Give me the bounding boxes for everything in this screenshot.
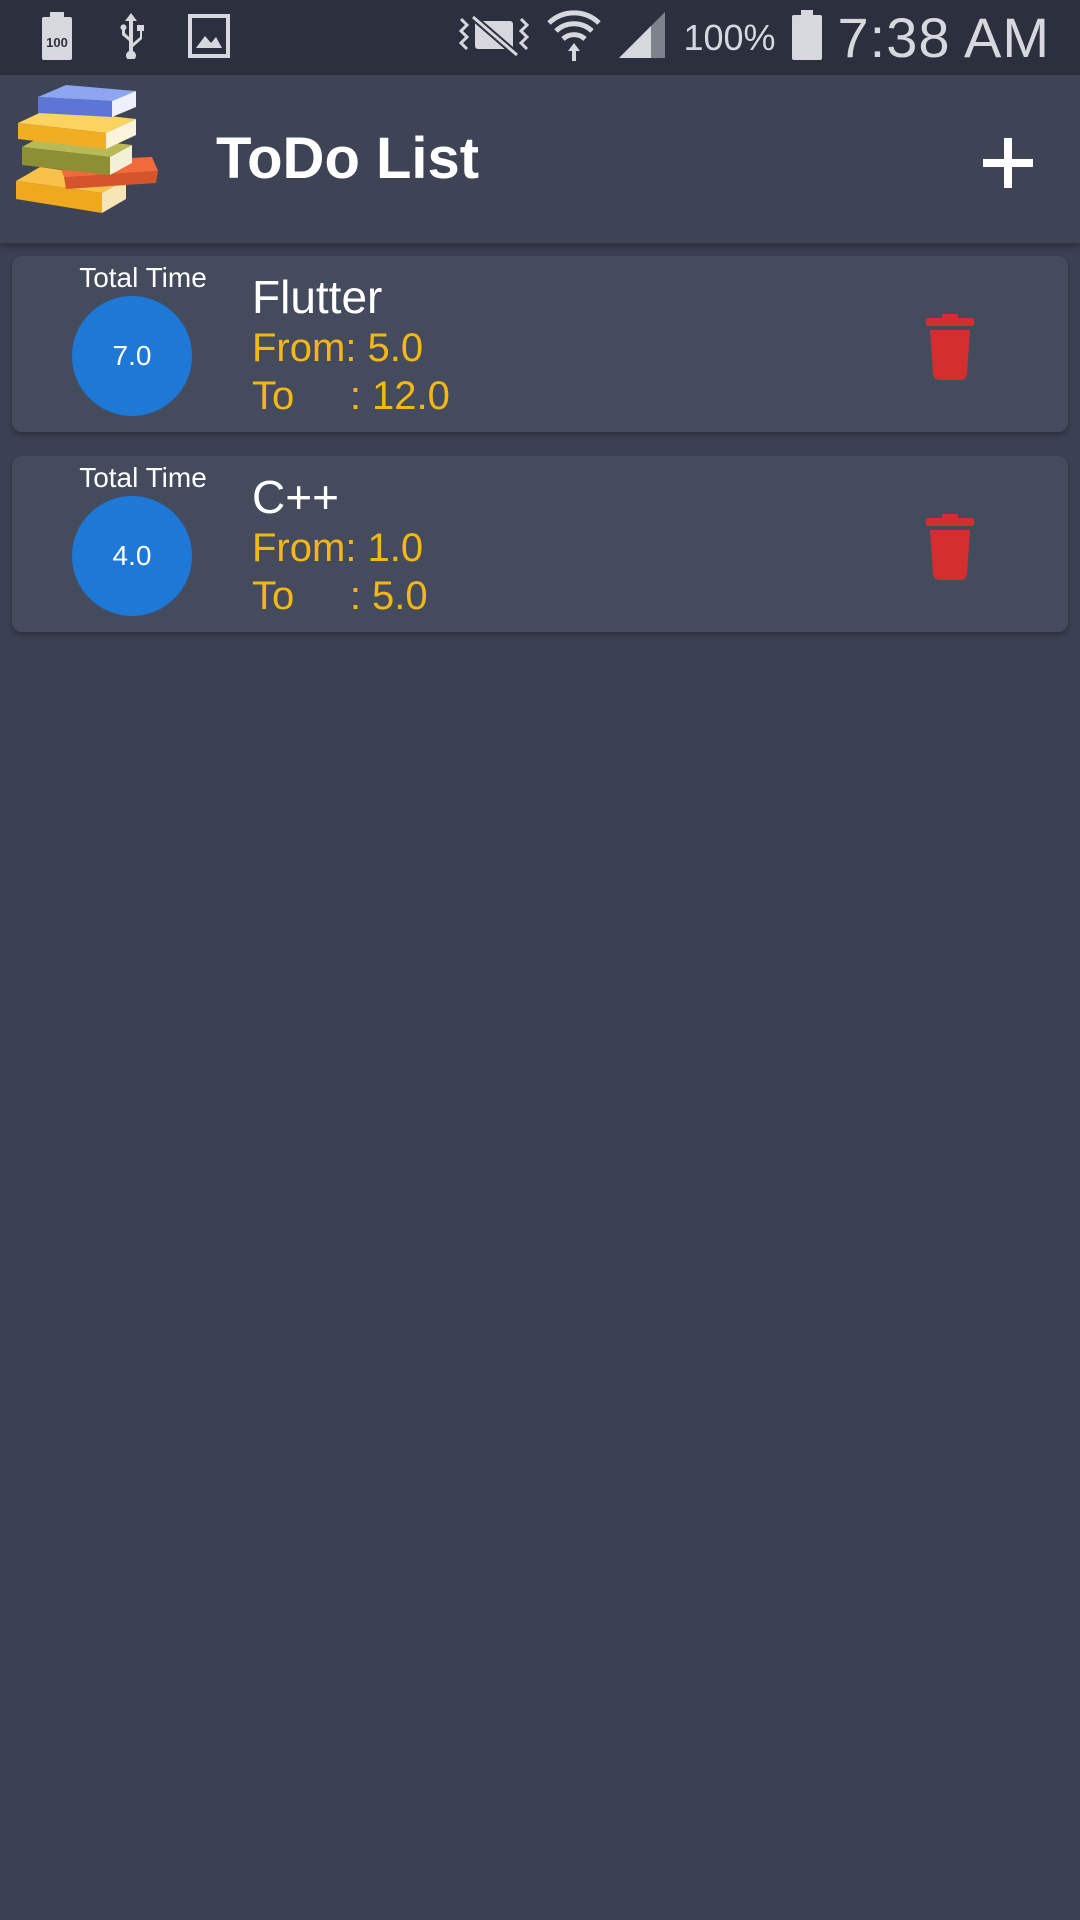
total-time-label: Total Time <box>79 262 207 293</box>
image-icon <box>188 13 230 63</box>
battery-percent: 100% <box>683 16 776 58</box>
page-title: ToDo List <box>216 126 480 191</box>
battery-icon <box>791 10 822 65</box>
trash-icon <box>926 514 974 580</box>
task-card[interactable]: Total Time 7.0 Flutter From: 5.0 To : 12… <box>12 256 1068 432</box>
task-to: To : 5.0 <box>252 574 428 618</box>
mute-icon <box>457 13 531 62</box>
delete-task-button[interactable] <box>922 514 978 580</box>
signal-icon <box>617 10 667 65</box>
books-logo <box>12 83 160 233</box>
total-time-value: 4.0 <box>112 540 152 571</box>
status-bar-left: 100 <box>40 11 230 65</box>
task-name: Flutter <box>252 271 383 323</box>
plus-icon <box>983 138 1033 188</box>
usb-icon <box>114 12 148 64</box>
wifi-icon <box>547 7 602 68</box>
status-bar-right: 100% 7:38 AM <box>457 0 1050 75</box>
delete-task-button[interactable] <box>922 314 978 380</box>
battery-saver-icon: 100 <box>40 11 74 65</box>
task-list: Total Time 7.0 Flutter From: 5.0 To : 12… <box>12 256 1068 656</box>
battery-badge-text: 100 <box>46 35 68 50</box>
add-task-button[interactable] <box>975 130 1041 196</box>
task-name: C++ <box>252 471 339 523</box>
clock: 7:38 AM <box>837 6 1050 69</box>
total-time-circle: 7.0 <box>72 296 192 416</box>
task-from: From: 1.0 <box>252 526 424 570</box>
task-from: From: 5.0 <box>252 326 424 370</box>
task-card[interactable]: Total Time 4.0 C++ From: 1.0 To : 5.0 <box>12 456 1068 632</box>
app-bar: ToDo List <box>0 75 1080 243</box>
total-time-circle: 4.0 <box>72 496 192 616</box>
trash-icon <box>926 314 974 380</box>
total-time-value: 7.0 <box>112 340 152 371</box>
total-time-label: Total Time <box>79 462 207 493</box>
task-to: To : 12.0 <box>252 374 450 418</box>
status-bar: 100 100% 7:38 AM <box>0 0 1080 75</box>
